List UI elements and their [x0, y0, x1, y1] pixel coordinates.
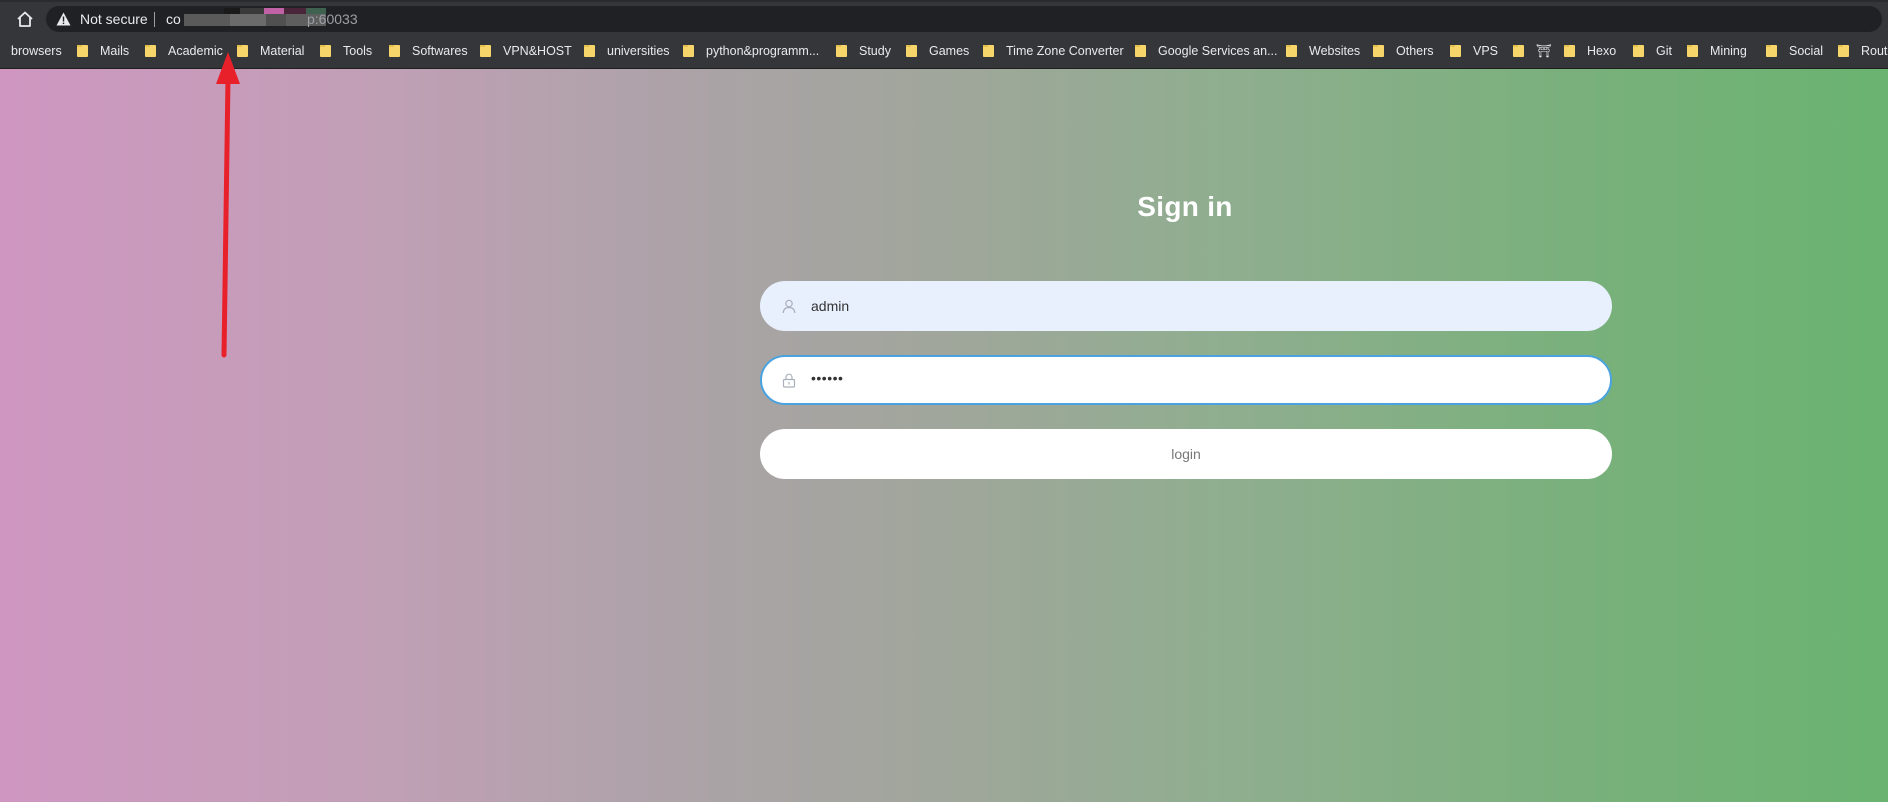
bookmark-label: Study: [859, 44, 891, 58]
folder-icon: [983, 45, 994, 57]
bookmark-others[interactable]: Others: [1373, 42, 1434, 60]
folder-icon: [1564, 45, 1575, 57]
folder-icon: [480, 45, 491, 57]
folder-icon: [237, 45, 248, 57]
bookmark-social[interactable]: Social: [1766, 42, 1823, 60]
folder-icon: [145, 45, 156, 57]
redacted-url-block: [180, 6, 326, 28]
bookmark-label: Mails: [100, 44, 130, 58]
bookmark-websites[interactable]: Websites: [1286, 42, 1360, 60]
password-field[interactable]: ••••••: [760, 355, 1612, 405]
folder-icon: [683, 45, 694, 57]
address-bar[interactable]: Not secure co p:60033: [46, 6, 1882, 32]
login-page: Sign in admin •••••• login: [0, 69, 1888, 802]
folder-icon: [1766, 45, 1777, 57]
folder-icon: [1513, 45, 1524, 57]
folder-icon: [1286, 45, 1297, 57]
home-icon[interactable]: [16, 10, 34, 28]
security-status-label[interactable]: Not secure: [80, 11, 148, 27]
bookmark-label: Route: [1861, 44, 1888, 58]
bookmark-label: browsers: [11, 44, 62, 58]
bookmark-shrine[interactable]: ⛩: [1513, 42, 1552, 60]
folder-icon: [320, 45, 331, 57]
bookmark-academic[interactable]: Academic: [145, 42, 223, 60]
folder-icon: [1450, 45, 1461, 57]
login-button[interactable]: login: [760, 429, 1612, 479]
bookmark-label: Material: [260, 44, 305, 58]
url-text-prefix: co: [166, 11, 181, 27]
bookmark-label: Time Zone Converter: [1006, 44, 1124, 58]
bookmarks-bar: browsers Mails Academic Material Tools S…: [0, 34, 1888, 69]
bookmark-label: Hexo: [1587, 44, 1617, 58]
bookmark-browsers[interactable]: browsers: [0, 42, 62, 60]
folder-icon: [836, 45, 847, 57]
bookmark-google-services[interactable]: Google Services an...: [1135, 42, 1278, 60]
bookmark-label: Others: [1396, 44, 1434, 58]
bookmark-universities[interactable]: universities: [584, 42, 670, 60]
folder-icon: [1838, 45, 1849, 57]
bookmark-mails[interactable]: Mails: [77, 42, 129, 60]
username-field[interactable]: admin: [760, 281, 1612, 331]
username-value: admin: [811, 298, 850, 314]
bookmark-time-zone-converter[interactable]: Time Zone Converter: [983, 42, 1124, 60]
url-text-suffix: p:60033: [307, 11, 358, 27]
warning-icon: [56, 12, 71, 26]
bookmark-python-programming[interactable]: python&programm...: [683, 42, 819, 60]
password-value: ••••••: [811, 370, 844, 386]
bookmark-route[interactable]: Route: [1838, 42, 1888, 60]
bookmark-label: Tools: [343, 44, 373, 58]
bookmark-label: python&programm...: [706, 44, 820, 58]
bookmark-label: ⛩: [1536, 43, 1552, 58]
bookmark-label: universities: [607, 44, 670, 58]
folder-icon: [1687, 45, 1698, 57]
bookmark-label: Social: [1789, 44, 1824, 58]
bookmark-games[interactable]: Games: [906, 42, 969, 60]
bookmark-label: Mining: [1710, 44, 1747, 58]
bookmark-study[interactable]: Study: [836, 42, 891, 60]
folder-icon: [1373, 45, 1384, 57]
folder-icon: [389, 45, 400, 57]
bookmark-label: VPN&HOST: [503, 44, 572, 58]
page-title: Sign in: [1137, 191, 1233, 222]
bookmark-label: VPS: [1473, 44, 1499, 58]
bookmark-label: Google Services an...: [1158, 44, 1278, 58]
user-icon: [782, 299, 796, 314]
bookmark-label: Websites: [1309, 44, 1361, 58]
bookmark-softwares[interactable]: Softwares: [389, 42, 468, 60]
bookmark-material[interactable]: Material: [237, 42, 304, 60]
folder-icon: [584, 45, 595, 57]
bookmark-label: Softwares: [412, 44, 468, 58]
bookmark-mining[interactable]: Mining: [1687, 42, 1747, 60]
bookmark-tools[interactable]: Tools: [320, 42, 372, 60]
address-separator: [154, 12, 155, 27]
folder-icon: [906, 45, 917, 57]
browser-toolbar: Not secure co p:60033: [0, 0, 1888, 34]
folder-icon: [77, 45, 88, 57]
bookmark-vpn-host[interactable]: VPN&HOST: [480, 42, 572, 60]
bookmark-label: Git: [1656, 44, 1672, 58]
bookmark-hexo[interactable]: Hexo: [1564, 42, 1616, 60]
bookmark-label: Academic: [168, 44, 223, 58]
folder-icon: [1633, 45, 1644, 57]
bookmark-label: Games: [929, 44, 970, 58]
bookmark-git[interactable]: Git: [1633, 42, 1672, 60]
lock-icon: [782, 373, 796, 388]
folder-icon: [1135, 45, 1146, 57]
bookmark-vps[interactable]: VPS: [1450, 42, 1498, 60]
